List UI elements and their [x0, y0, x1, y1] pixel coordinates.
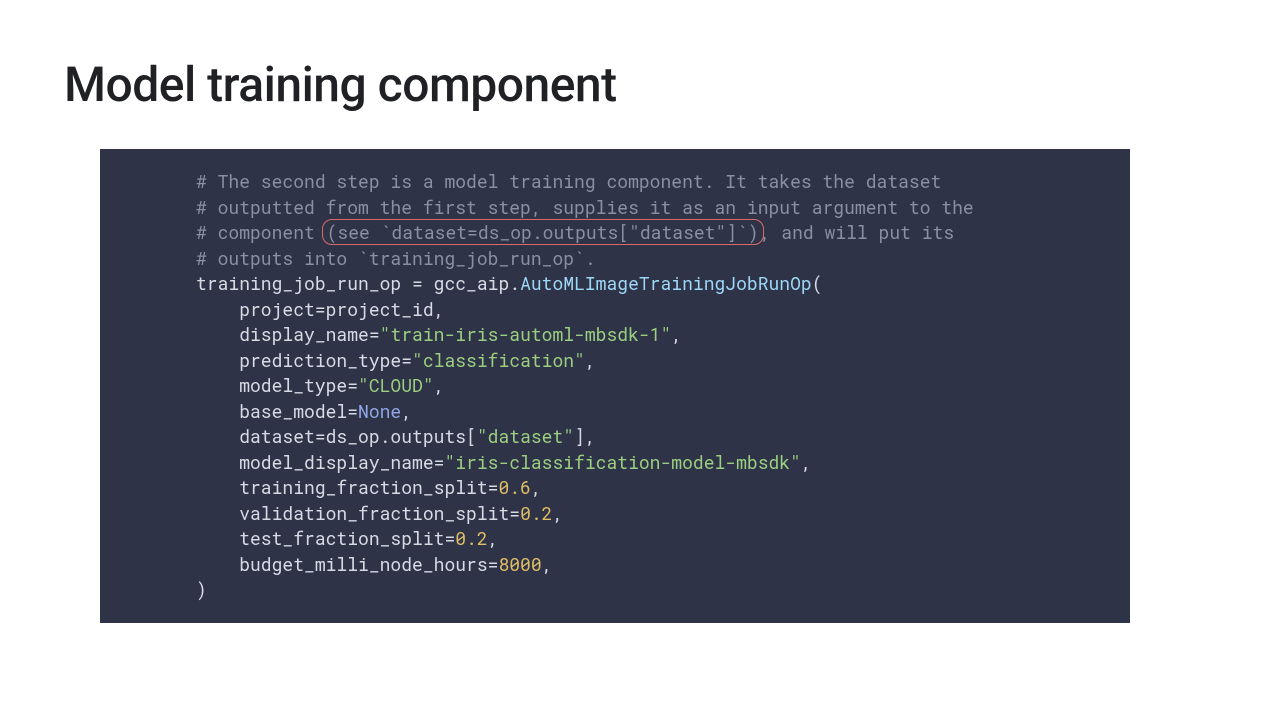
code-text: training_job_run_op = gcc_aip.	[196, 271, 520, 295]
code-text: ],	[574, 424, 596, 448]
code-text: ,	[542, 552, 553, 576]
code-text: ,	[671, 322, 682, 346]
code-string: "classification"	[412, 348, 585, 372]
slide-title: Model training component	[64, 56, 1216, 113]
code-arg: base_model=	[196, 399, 358, 423]
code-none: None	[358, 399, 401, 423]
code-arg: project=project_id,	[196, 297, 444, 321]
code-arg: dataset=ds_op.outputs[	[196, 424, 477, 448]
code-arg: validation_fraction_split=	[196, 501, 520, 525]
code-text: ,	[401, 399, 412, 423]
code-highlight: (see `dataset=ds_op.outputs["dataset"]`)	[322, 219, 764, 245]
code-text: )	[196, 577, 207, 601]
code-arg: display_name=	[196, 322, 380, 346]
code-string: "iris-classification-model-mbsdk"	[444, 450, 800, 474]
code-string: "CLOUD"	[358, 373, 434, 397]
code-comment-line: , and will put its	[760, 220, 954, 244]
code-text: ,	[531, 475, 542, 499]
slide: Model training component # The second st…	[0, 0, 1280, 720]
code-block: # The second step is a model training co…	[100, 149, 1130, 623]
code-string: "train-iris-automl-mbsdk-1"	[380, 322, 672, 346]
code-text: (	[812, 271, 823, 295]
code-number: 8000	[498, 552, 541, 576]
code-comment-line: # The second step is a model training co…	[196, 169, 941, 193]
code-arg: training_fraction_split=	[196, 475, 498, 499]
code-text: ,	[585, 348, 596, 372]
code-arg: model_type=	[196, 373, 358, 397]
code-text: ,	[488, 526, 499, 550]
code-arg: model_display_name=	[196, 450, 444, 474]
code-text: ,	[801, 450, 812, 474]
code-string: "dataset"	[477, 424, 574, 448]
code-comment-line: # outputs into `training_job_run_op`.	[196, 246, 596, 270]
code-text: ,	[552, 501, 563, 525]
code-text: ,	[434, 373, 445, 397]
code-comment-line: # component	[196, 220, 326, 244]
code-arg: budget_milli_node_hours=	[196, 552, 498, 576]
code-function-name: AutoMLImageTrainingJobRunOp	[520, 271, 812, 295]
code-comment-line: # outputted from the first step, supplie…	[196, 195, 974, 219]
code-arg: test_fraction_split=	[196, 526, 455, 550]
code-number: 0.6	[498, 475, 530, 499]
code-number: 0.2	[520, 501, 552, 525]
code-arg: prediction_type=	[196, 348, 412, 372]
code-number: 0.2	[455, 526, 487, 550]
